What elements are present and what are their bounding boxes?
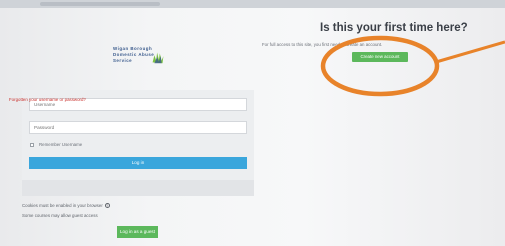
forgot-password-link[interactable]: Forgotten your username or password?	[9, 97, 86, 102]
hands-logo-icon	[152, 52, 164, 64]
login-button[interactable]: Log in	[29, 157, 247, 169]
password-input[interactable]	[29, 121, 247, 134]
first-time-description: For full access to this site, you first …	[262, 42, 383, 47]
create-account-button[interactable]: Create new account	[352, 52, 408, 62]
annotation-arrow-line	[435, 40, 505, 64]
logo-text-line1: Wigan Borough	[113, 46, 153, 51]
first-time-heading: Is this your first time here?	[320, 22, 468, 34]
top-bar	[0, 0, 505, 8]
remember-username-checkbox[interactable]	[30, 142, 34, 147]
cookies-text: Cookies must be enabled in your browser	[22, 203, 103, 208]
guest-access-note: Some courses may allow guest access	[22, 213, 98, 218]
remember-username-row[interactable]: Remember Username	[30, 142, 82, 147]
top-bar-strip	[40, 2, 160, 6]
login-page: Wigan Borough Domestic Abuse Service Is …	[0, 0, 505, 246]
logo-text-line3: Service	[113, 58, 133, 63]
forgot-section	[22, 180, 254, 196]
remember-username-label: Remember Username	[39, 142, 83, 147]
login-panel: Remember Username Log in	[22, 90, 254, 196]
help-icon[interactable]: ?	[104, 203, 110, 208]
guest-login-button[interactable]: Log in as a guest	[117, 226, 158, 238]
site-logo[interactable]: Wigan Borough Domestic Abuse Service	[113, 46, 175, 70]
cookies-notice: Cookies must be enabled in your browser …	[22, 203, 110, 208]
